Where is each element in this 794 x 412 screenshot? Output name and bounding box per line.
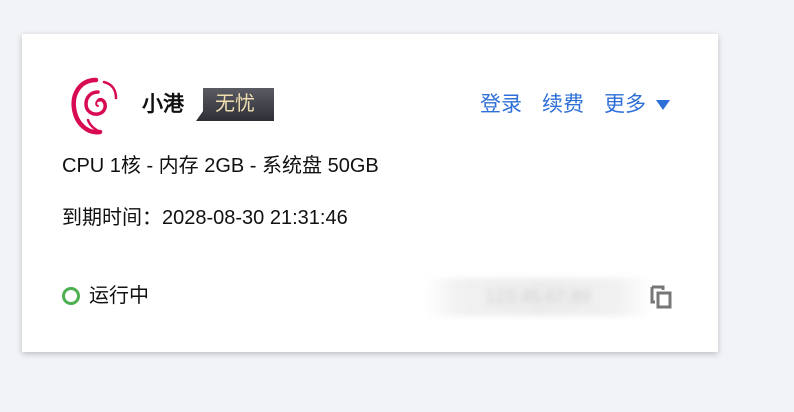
expiry-label: 到期时间： [62, 207, 162, 229]
action-bar: 登录 续费 更多 [480, 91, 670, 119]
renew-link[interactable]: 续费 [542, 91, 584, 119]
status-text: 运行中 [89, 285, 149, 307]
instance-card: 小港 无忧 登录 续费 更多 CPU 1核 - 内存 2GB - 系统盘 50G… [22, 34, 718, 352]
ip-address: 123.45.67.89 [424, 278, 652, 316]
more-label: 更多 [604, 93, 646, 116]
instance-name: 小港 [142, 93, 184, 116]
debian-logo-icon [71, 77, 118, 135]
caret-down-icon [656, 100, 670, 110]
more-dropdown[interactable]: 更多 [604, 91, 670, 119]
plan-badge: 无忧 [196, 88, 274, 121]
copy-icon[interactable] [650, 285, 672, 309]
login-link[interactable]: 登录 [480, 91, 522, 119]
status-indicator: 运行中 [62, 283, 149, 309]
expiry-value: 2028-08-30 21:31:46 [162, 207, 348, 229]
expiry-row: 到期时间： 2028-08-30 21:31:46 [62, 205, 348, 231]
status-dot-icon [62, 287, 80, 305]
instance-specs: CPU 1核 - 内存 2GB - 系统盘 50GB [62, 155, 379, 177]
